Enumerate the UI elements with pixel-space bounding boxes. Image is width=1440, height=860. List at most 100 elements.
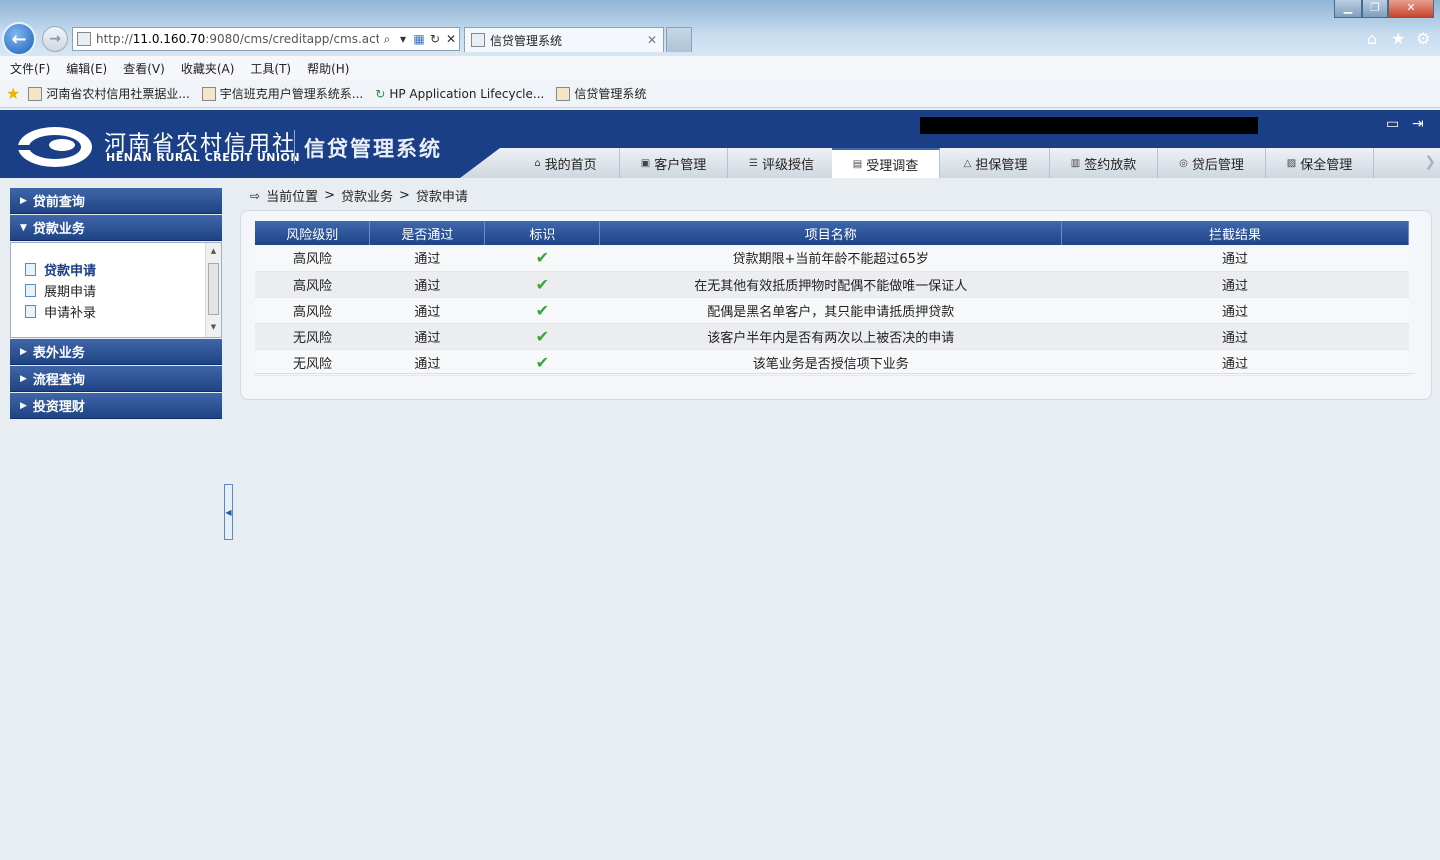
- menu-favorites[interactable]: 收藏夹(A): [181, 60, 235, 77]
- menu-help[interactable]: 帮助(H): [307, 60, 349, 77]
- breadcrumb-level1[interactable]: 贷款业务: [341, 186, 393, 205]
- favorite-link[interactable]: ↻ HP Application Lifecycle...: [375, 87, 544, 101]
- restore-button[interactable]: ❐: [1362, 0, 1388, 18]
- logo-icon: [18, 127, 92, 167]
- back-button[interactable]: ←: [2, 22, 36, 56]
- chevron-right-icon[interactable]: ❯: [1424, 154, 1436, 170]
- scroll-thumb[interactable]: [208, 263, 219, 315]
- sidebar-item-extension-application[interactable]: 展期申请: [11, 280, 221, 301]
- menu-tools[interactable]: 工具(T): [250, 60, 291, 77]
- menu-file[interactable]: 文件(F): [10, 60, 50, 77]
- sidebar-group-process-query[interactable]: ▶ 流程查询: [10, 366, 222, 392]
- compat-view-icon[interactable]: ▦: [411, 32, 427, 46]
- menu-view[interactable]: 查看(V): [123, 60, 165, 77]
- minimize-button[interactable]: ▁: [1334, 0, 1362, 18]
- sidebar-group-label: 投资理财: [32, 400, 85, 415]
- nav-preservation[interactable]: ▨ 保全管理: [1266, 148, 1374, 178]
- menu-edit[interactable]: 编辑(E): [66, 60, 107, 77]
- breadcrumb: ⇨ 当前位置 > 贷款业务 > 贷款申请: [250, 186, 468, 205]
- sidebar-group-loan-business[interactable]: ▼ 贷款业务: [10, 215, 222, 241]
- nav-label: 保全管理: [1300, 157, 1353, 173]
- refresh-icon[interactable]: ↻: [427, 32, 443, 46]
- sidebar-item-label: 贷款申请: [44, 264, 97, 279]
- sidebar-scrollbar[interactable]: ▲ ▼: [205, 243, 221, 337]
- favorite-link[interactable]: 宇信班克用户管理系统系...: [201, 85, 364, 102]
- breadcrumb-level2: 贷款申请: [415, 190, 468, 205]
- checkmark-icon: ✔: [535, 248, 550, 268]
- dropdown-icon[interactable]: ▾: [395, 32, 411, 46]
- cell-pass: 通过: [369, 323, 485, 350]
- sidebar-collapse-handle[interactable]: ◀: [224, 484, 233, 540]
- arrow-left-icon: ←: [11, 28, 27, 50]
- content-panel: 风险级别 是否通过 标识 项目名称 拦截结果 高风险 通过 ✔ 贷款期限+当前年…: [240, 210, 1432, 400]
- cell-flag: ✔: [484, 297, 600, 324]
- sidebar-group-preloan-query[interactable]: ▶ 贷前查询: [10, 188, 222, 214]
- sidebar-item-loan-application[interactable]: 贷款申请: [11, 259, 221, 280]
- address-bar[interactable]: http://11.0.160.70:9080/cms/creditapp/cm…: [72, 27, 460, 51]
- favorites-star-icon[interactable]: ★: [1391, 29, 1405, 48]
- cell-risk: 无风险: [255, 323, 370, 350]
- column-header-pass[interactable]: 是否通过: [369, 221, 486, 245]
- favorite-link[interactable]: 信贷管理系统: [556, 85, 646, 102]
- nav-contract[interactable]: ▥ 签约放款: [1050, 148, 1158, 178]
- tab-page-icon: [471, 33, 485, 47]
- location-icon: ⇨: [250, 188, 261, 203]
- cell-flag: ✔: [484, 323, 600, 350]
- nav-survey[interactable]: ▤ 受理调查: [832, 148, 940, 178]
- browser-tab[interactable]: 信贷管理系统 ✕: [464, 27, 664, 52]
- table-row[interactable]: 高风险 通过 ✔ 配偶是黑名单客户，其只能申请抵质押贷款 通过: [255, 297, 1409, 324]
- nav-home[interactable]: ⌂ 我的首页: [512, 148, 620, 178]
- nav-rating[interactable]: ☰ 评级授信: [728, 148, 836, 178]
- logo-english: HENAN RURAL CREDIT UNION: [106, 151, 301, 164]
- search-icon[interactable]: ⌕: [379, 32, 395, 47]
- favorites-add-icon[interactable]: ★: [6, 84, 20, 103]
- triangle-right-icon: ▶: [20, 346, 27, 357]
- risk-check-table: 风险级别 是否通过 标识 项目名称 拦截结果 高风险 通过 ✔ 贷款期限+当前年…: [255, 221, 1409, 376]
- address-text[interactable]: http://11.0.160.70:9080/cms/creditapp/cm…: [96, 32, 379, 46]
- nav-customer[interactable]: ▣ 客户管理: [620, 148, 728, 178]
- sidebar-item-label: 申请补录: [44, 306, 97, 321]
- scroll-down-icon[interactable]: ▼: [206, 323, 221, 331]
- cell-risk: 无风险: [255, 349, 370, 376]
- table-row[interactable]: 无风险 通过 ✔ 该客户半年内是否有两次以上被否决的申请 通过: [255, 323, 1409, 350]
- column-header-risk[interactable]: 风险级别: [255, 221, 371, 245]
- nav-label: 贷后管理: [1191, 157, 1244, 173]
- table-row[interactable]: 无风险 通过 ✔ 该笔业务是否授信项下业务 通过: [255, 349, 1409, 376]
- logout-icon[interactable]: ⇥: [1412, 116, 1424, 132]
- home-icon[interactable]: ⌂: [1367, 29, 1377, 48]
- tools-gear-icon[interactable]: ⚙: [1416, 29, 1430, 48]
- scroll-up-icon[interactable]: ▲: [206, 247, 221, 255]
- nav-guarantee[interactable]: △ 担保管理: [942, 148, 1050, 178]
- tab-close-icon[interactable]: ✕: [647, 33, 663, 47]
- sidebar-group-label: 贷款业务: [32, 222, 85, 237]
- cell-risk: 高风险: [255, 271, 370, 298]
- nav-label: 担保管理: [975, 157, 1028, 173]
- column-header-flag[interactable]: 标识: [484, 221, 601, 245]
- nav-label: 我的首页: [544, 157, 597, 173]
- document-icon: [25, 284, 36, 297]
- favorite-page-icon: [201, 86, 216, 101]
- nav-postloan[interactable]: ◎ 贷后管理: [1158, 148, 1266, 178]
- cell-name: 配偶是黑名单客户，其只能申请抵质押贷款: [599, 297, 1062, 324]
- favorite-link[interactable]: 河南省农村信用社票据业...: [28, 85, 190, 102]
- cell-risk: 高风险: [255, 297, 370, 324]
- favorite-label: 宇信班克用户管理系统系...: [219, 87, 364, 101]
- postloan-icon: ◎: [1179, 157, 1188, 169]
- monitor-icon[interactable]: ▭: [1386, 116, 1399, 132]
- favorites-bar: ★ 河南省农村信用社票据业... 宇信班克用户管理系统系... ↻ HP Appl…: [0, 80, 1440, 108]
- arrow-right-icon: →: [49, 31, 61, 47]
- sidebar-item-application-supplement[interactable]: 申请补录: [11, 301, 221, 322]
- table-row[interactable]: 高风险 通过 ✔ 贷款期限+当前年龄不能超过65岁 通过: [255, 245, 1409, 272]
- column-header-name[interactable]: 项目名称: [599, 221, 1063, 245]
- nav-label: 受理调查: [866, 158, 919, 174]
- column-header-result[interactable]: 拦截结果: [1061, 221, 1409, 245]
- close-window-button[interactable]: ✕: [1388, 0, 1434, 18]
- table-row[interactable]: 高风险 通过 ✔ 在无其他有效抵质押物时配偶不能做唯一保证人 通过: [255, 271, 1409, 298]
- sidebar-group-investment[interactable]: ▶ 投资理财: [10, 393, 222, 419]
- new-tab-button[interactable]: [666, 27, 692, 52]
- sidebar-group-offbalance[interactable]: ▶ 表外业务: [10, 339, 222, 365]
- triangle-right-icon: ▶: [20, 195, 27, 206]
- cell-pass: 通过: [369, 349, 485, 376]
- forward-button[interactable]: →: [42, 26, 68, 52]
- stop-icon[interactable]: ✕: [443, 32, 459, 46]
